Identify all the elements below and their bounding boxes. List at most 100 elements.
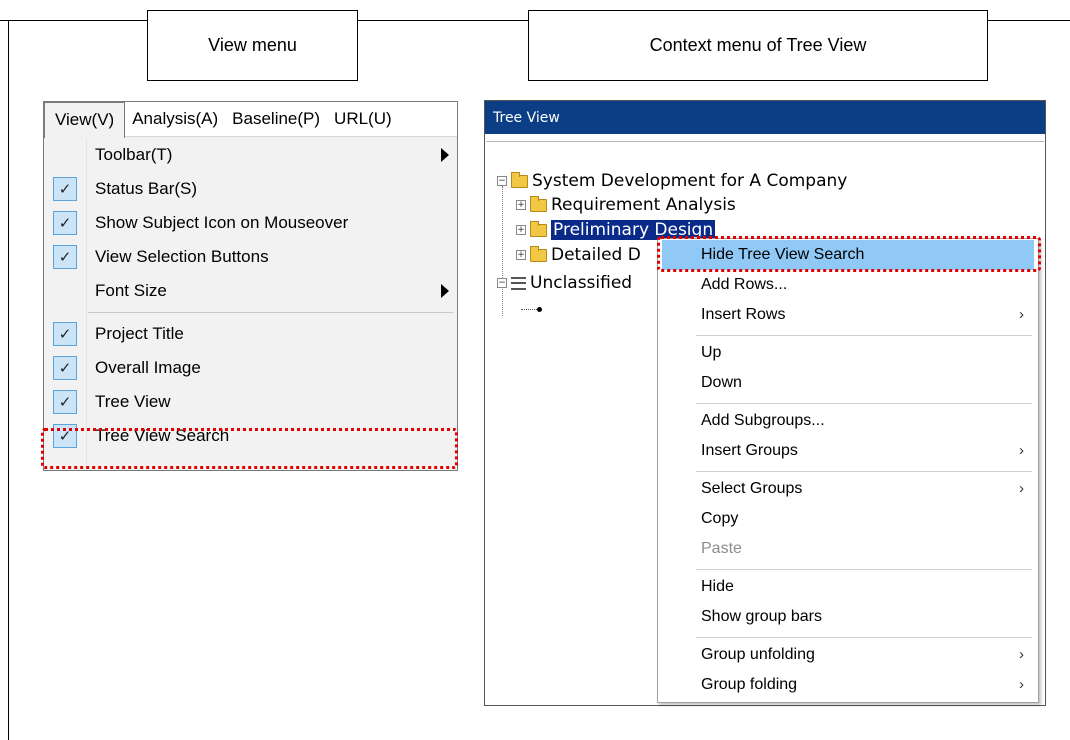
context-item-label: Group folding	[701, 676, 798, 693]
context-item-hide[interactable]: Hide	[658, 572, 1038, 602]
check-icon: ✓	[53, 356, 77, 380]
menu-gutter: ✓	[44, 206, 86, 240]
collapse-icon[interactable]: −	[497, 176, 507, 186]
context-item-group-unfolding[interactable]: Group unfolding ›	[658, 640, 1038, 670]
tree-node-unclassified[interactable]: − Unclassified	[497, 272, 632, 294]
expand-icon[interactable]: +	[516, 200, 526, 210]
context-item-copy[interactable]: Copy	[658, 504, 1038, 534]
context-item-insert-rows[interactable]: Insert Rows ›	[658, 300, 1038, 330]
tree-node-root[interactable]: − System Development for A Company	[497, 170, 847, 192]
tree-node-label: System Development for A Company	[532, 171, 848, 191]
context-item-label: Select Groups	[701, 480, 803, 497]
folder-icon	[530, 220, 547, 237]
caption-context-menu: Context menu of Tree View	[528, 10, 988, 81]
context-item-label: Add Subgroups...	[701, 412, 825, 429]
tree-connector	[502, 186, 503, 316]
context-item-add-rows[interactable]: Add Rows...	[658, 270, 1038, 300]
menu-gutter	[44, 138, 86, 172]
chevron-right-icon: ›	[1019, 480, 1024, 497]
tree-view-context-menu: Hide Tree View Search Add Rows... Insert…	[657, 238, 1039, 703]
menu-item-view-selection-buttons[interactable]: ✓ View Selection Buttons	[44, 240, 457, 274]
context-item-label: Down	[701, 374, 742, 391]
menu-item-label: Font Size	[95, 281, 167, 300]
context-item-show-group-bars[interactable]: Show group bars	[658, 602, 1038, 632]
context-item-label: Hide	[701, 578, 734, 595]
frame-left-line	[8, 20, 9, 740]
folder-icon	[530, 245, 547, 262]
check-icon: ✓	[53, 390, 77, 414]
chevron-right-icon: ›	[1019, 442, 1024, 459]
callout-hide-tree-view-search	[657, 236, 1041, 272]
context-item-label: Up	[701, 344, 722, 361]
context-item-down[interactable]: Down	[658, 368, 1038, 398]
menubar-analysis[interactable]: Analysis(A)	[125, 102, 225, 137]
context-item-label: Group unfolding	[701, 646, 815, 663]
tree-node-label: Detailed D	[551, 245, 641, 265]
submenu-arrow-icon	[441, 148, 449, 162]
context-item-label: Insert Rows	[701, 306, 786, 323]
tree-node-requirement-analysis[interactable]: + Requirement Analysis	[516, 194, 736, 216]
menu-item-label: Tree View	[95, 392, 171, 411]
context-item-label: Copy	[701, 510, 739, 527]
tree-connector	[521, 309, 537, 310]
chevron-right-icon: ›	[1019, 676, 1024, 693]
collapse-icon[interactable]: −	[497, 278, 507, 288]
menu-item-label: View Selection Buttons	[95, 247, 269, 266]
context-item-label: Show group bars	[701, 608, 822, 625]
chevron-right-icon: ›	[1019, 646, 1024, 663]
menu-item-label: Toolbar(T)	[95, 145, 173, 164]
folder-icon	[511, 171, 528, 188]
context-separator	[696, 471, 1032, 472]
menu-gutter	[44, 274, 86, 308]
menu-item-overall-image[interactable]: ✓ Overall Image	[44, 351, 457, 385]
menu-item-show-subject-icon[interactable]: ✓ Show Subject Icon on Mouseover	[44, 206, 457, 240]
menu-gutter: ✓	[44, 240, 86, 274]
caption-context-menu-text: Context menu of Tree View	[649, 35, 867, 55]
context-separator	[696, 335, 1032, 336]
menubar-view[interactable]: View(V)	[44, 101, 126, 138]
menu-item-label: Project Title	[95, 324, 184, 343]
caption-view-menu: View menu	[147, 10, 358, 81]
menu-gutter: ✓	[44, 351, 86, 385]
context-item-insert-groups[interactable]: Insert Groups ›	[658, 436, 1038, 466]
context-item-paste[interactable]: Paste	[658, 534, 1038, 564]
menu-item-font-size[interactable]: Font Size	[44, 274, 457, 308]
context-separator	[696, 569, 1032, 570]
context-item-select-groups[interactable]: Select Groups ›	[658, 474, 1038, 504]
context-item-add-subgroups[interactable]: Add Subgroups...	[658, 406, 1038, 436]
menubar: View(V) Analysis(A) Baseline(P) URL(U)	[44, 101, 457, 138]
check-icon: ✓	[53, 322, 77, 346]
tree-view-title-bar: Tree View	[485, 101, 1045, 134]
menu-item-label: Status Bar(S)	[95, 179, 198, 198]
expand-icon[interactable]: +	[516, 250, 526, 260]
folder-icon	[530, 195, 547, 212]
menu-gutter: ✓	[44, 317, 86, 351]
context-item-label: Paste	[701, 540, 742, 557]
chevron-right-icon: ›	[1019, 306, 1024, 323]
menu-gutter: ✓	[44, 172, 86, 206]
menu-item-toolbar[interactable]: Toolbar(T)	[44, 138, 457, 172]
expand-icon[interactable]: +	[516, 225, 526, 235]
context-separator	[696, 637, 1032, 638]
menubar-url[interactable]: URL(U)	[327, 102, 399, 137]
menu-item-label: Overall Image	[95, 358, 201, 377]
menu-item-project-title[interactable]: ✓ Project Title	[44, 317, 457, 351]
context-item-up[interactable]: Up	[658, 338, 1038, 368]
view-menu-list: Toolbar(T) ✓ Status Bar(S) ✓ Show Subjec…	[44, 138, 457, 453]
context-separator	[696, 403, 1032, 404]
menu-item-tree-view[interactable]: ✓ Tree View	[44, 385, 457, 419]
view-menu: View(V) Analysis(A) Baseline(P) URL(U) T…	[43, 101, 458, 471]
menu-separator	[44, 308, 457, 317]
menu-gutter: ✓	[44, 385, 86, 419]
context-item-label: Add Rows...	[701, 276, 788, 293]
menubar-baseline[interactable]: Baseline(P)	[225, 102, 327, 137]
context-item-label: Insert Groups	[701, 442, 798, 459]
tree-node-label: Unclassified	[530, 273, 633, 293]
context-item-group-folding[interactable]: Group folding ›	[658, 670, 1038, 700]
check-icon: ✓	[53, 211, 77, 235]
check-icon: ✓	[53, 245, 77, 269]
menu-item-status-bar[interactable]: ✓ Status Bar(S)	[44, 172, 457, 206]
tree-node-label: Requirement Analysis	[551, 195, 736, 215]
submenu-arrow-icon	[441, 284, 449, 298]
tree-node-detailed-design[interactable]: + Detailed D	[516, 244, 641, 266]
